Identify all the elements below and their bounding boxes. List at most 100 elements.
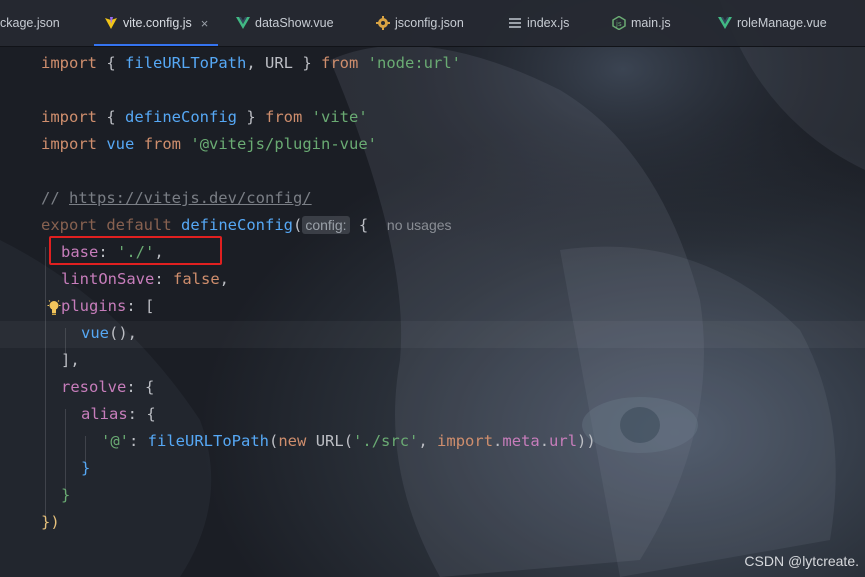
- code-token: '@': [101, 432, 129, 450]
- indent-guide: [45, 247, 46, 517]
- code-token: :: [129, 432, 148, 450]
- code-token: ],: [61, 351, 80, 369]
- code-token: false: [173, 270, 220, 288]
- code-token: import: [437, 432, 494, 450]
- code-token: import: [41, 135, 97, 153]
- code-token: : {: [127, 405, 156, 423]
- code-token: }: [236, 108, 265, 126]
- code-token: {: [97, 54, 125, 72]
- vite-icon: [105, 17, 117, 29]
- tab-rolemanage-vue[interactable]: roleManage.vue: [718, 0, 827, 46]
- code-line-17: }: [61, 482, 70, 509]
- code-token: from: [143, 135, 182, 153]
- code-token: }: [293, 54, 321, 72]
- code-token: import: [41, 108, 97, 126]
- code-token: meta: [502, 432, 540, 450]
- vue-icon: [236, 17, 250, 29]
- code-comment: //: [41, 189, 69, 207]
- code-token: (: [269, 432, 279, 450]
- code-token: '@vitejs/plugin-vue': [190, 135, 377, 153]
- tab-index-js[interactable]: index.js: [508, 0, 569, 46]
- gear-icon: [376, 16, 390, 30]
- code-token: fileURLToPath: [125, 54, 247, 72]
- tab-package-json[interactable]: ckage.json: [0, 0, 60, 46]
- code-token: new: [278, 432, 307, 450]
- code-token: from: [321, 54, 359, 72]
- code-line-6: // https://vitejs.dev/config/: [41, 185, 312, 212]
- tab-label: roleManage.vue: [737, 16, 827, 30]
- code-editor[interactable]: import { fileURLToPath, URL } from 'node…: [0, 47, 865, 577]
- tab-jsconfig-json[interactable]: jsconfig.json: [376, 0, 464, 46]
- code-token: : [: [126, 297, 155, 315]
- node-icon: js: [612, 16, 626, 30]
- code-token: .: [539, 432, 550, 450]
- watermark: CSDN @lytcreate.: [744, 553, 859, 569]
- close-tab-icon[interactable]: ×: [201, 16, 209, 31]
- code-token: URL: [265, 54, 293, 72]
- code-token: ,: [418, 432, 438, 450]
- indent-guide: [65, 409, 66, 490]
- code-token: vue: [106, 135, 135, 153]
- parameter-hint: config:: [302, 216, 350, 234]
- code-token: }: [81, 459, 91, 477]
- lightbulb-icon[interactable]: [47, 299, 61, 317]
- code-token: )): [577, 432, 596, 450]
- editor-tab-bar: ckage.json vite.config.js × dataShow.vue…: [0, 0, 865, 47]
- code-line-11: vue(),: [81, 320, 137, 347]
- code-token: URL: [315, 432, 344, 450]
- tab-label: ckage.json: [0, 16, 60, 30]
- code-token: alias: [81, 405, 128, 423]
- code-token: import: [41, 54, 97, 72]
- tab-label: vite.config.js: [123, 16, 192, 30]
- code-token: './src': [353, 432, 419, 450]
- code-token: fileURLToPath: [147, 432, 269, 450]
- code-token: lintOnSave: [61, 270, 155, 288]
- code-token: ,: [219, 270, 230, 288]
- code-line-7: export default defineConfig(config: { no…: [41, 212, 452, 239]
- code-token: }: [61, 486, 71, 504]
- code-token: export default: [41, 216, 172, 234]
- code-line-1: import { fileURLToPath, URL } from 'node…: [41, 50, 461, 77]
- annotation-highlight-box: [49, 236, 222, 265]
- tab-main-js[interactable]: js main.js: [612, 0, 671, 46]
- tab-vite-config[interactable]: vite.config.js ×: [94, 0, 219, 46]
- code-token: {: [97, 108, 125, 126]
- code-token: (: [343, 432, 354, 450]
- code-token: {: [349, 216, 369, 234]
- code-token: ,: [246, 54, 265, 72]
- code-token: vue: [81, 324, 109, 342]
- tab-label: main.js: [631, 16, 671, 30]
- code-line-18: }): [41, 509, 60, 536]
- code-token: from: [264, 108, 303, 126]
- usages-hint[interactable]: no usages: [387, 217, 452, 233]
- code-line-15: '@': fileURLToPath(new URL('./src', impo…: [101, 428, 596, 455]
- code-token: url: [549, 432, 578, 450]
- code-line-4: import vue from '@vitejs/plugin-vue': [41, 131, 377, 158]
- tab-label: dataShow.vue: [255, 16, 334, 30]
- code-token: defineConfig: [125, 108, 237, 126]
- code-line-16: }: [81, 455, 90, 482]
- code-token: resolve: [61, 378, 127, 396]
- code-line-12: ],: [61, 347, 80, 374]
- code-token: (: [292, 216, 303, 234]
- code-token: : {: [126, 378, 155, 396]
- code-token: 'vite': [311, 108, 368, 126]
- code-line-3: import { defineConfig } from 'vite': [41, 104, 368, 131]
- tab-label: jsconfig.json: [395, 16, 464, 30]
- code-line-9: lintOnSave: false,: [61, 266, 229, 293]
- tab-label: index.js: [527, 16, 570, 30]
- code-token: defineConfig: [181, 216, 293, 234]
- tab-datashow-vue[interactable]: dataShow.vue: [236, 0, 334, 46]
- vue-icon: [718, 17, 732, 29]
- code-token: plugins: [61, 297, 127, 315]
- code-line-13: resolve: {: [61, 374, 154, 401]
- comment-link[interactable]: https://vitejs.dev/config/: [69, 189, 312, 207]
- code-token: :: [154, 270, 173, 288]
